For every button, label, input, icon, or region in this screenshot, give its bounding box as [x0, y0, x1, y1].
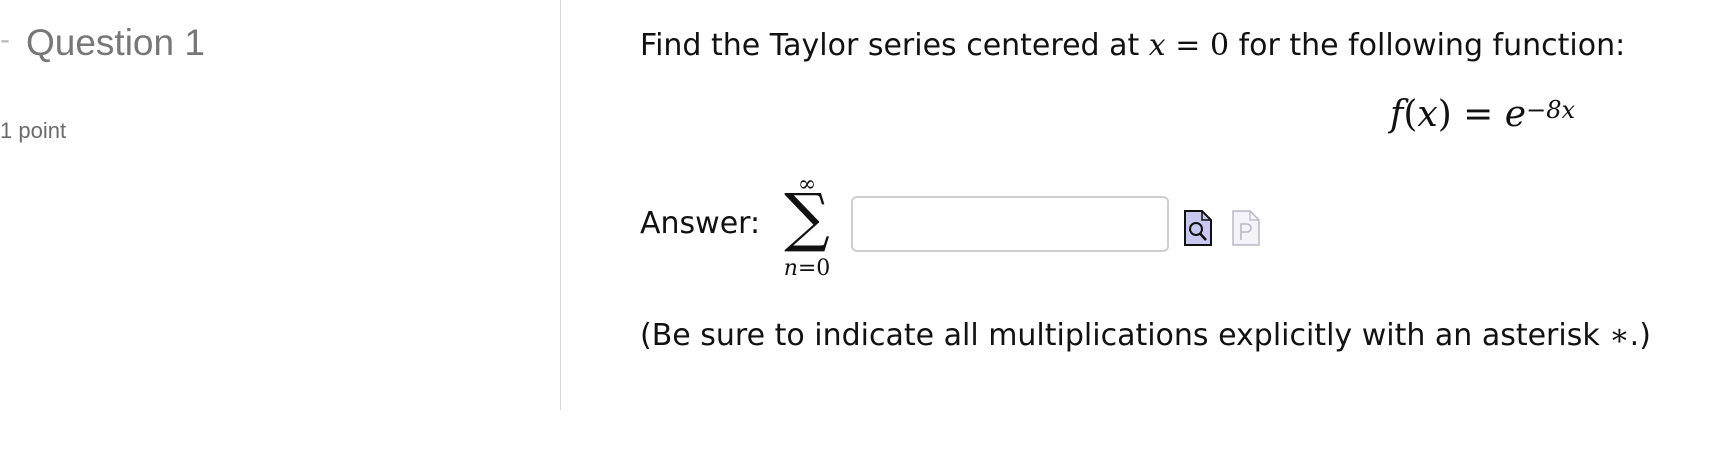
answer-input[interactable] — [851, 196, 1169, 252]
question-sidebar: - Question 1 1 point — [0, 0, 561, 410]
summation: ∞ ∑ n=0 — [772, 172, 842, 282]
sum-index-start: =0 — [797, 256, 831, 281]
function-name: f — [1390, 94, 1404, 135]
function-equals: = — [1451, 94, 1505, 135]
collapse-toggle[interactable]: - — [0, 23, 10, 57]
prompt-math-eq: = — [1165, 28, 1210, 63]
function-var: x — [1417, 94, 1438, 135]
question-title: Question 1 — [26, 22, 205, 63]
sum-lower-limit: n=0 — [772, 256, 842, 281]
sum-index-var: n — [783, 256, 798, 281]
note-text-after: .) — [1629, 318, 1651, 353]
function-base: e — [1504, 94, 1527, 135]
function-exponent: −8x — [1526, 96, 1576, 124]
function-close-paren: ) — [1437, 94, 1452, 135]
prompt-math-val: 0 — [1209, 28, 1230, 63]
question-prompt: Find the Taylor series centered at x = 0… — [640, 28, 1625, 63]
preview-icon[interactable] — [1184, 210, 1212, 246]
answer-label: Answer: — [640, 206, 761, 241]
prompt-text-before: Find the Taylor series centered at — [640, 28, 1149, 63]
question-points: 1 point — [0, 118, 67, 143]
question-heading[interactable]: - Question 1 — [0, 22, 205, 64]
function-equation: f(x) = e−8x — [1390, 94, 1575, 135]
note-text-before: (Be sure to indicate all multiplications… — [640, 318, 1610, 353]
prompt-math-var: x — [1148, 28, 1166, 63]
sigma-symbol: ∑ — [784, 181, 830, 255]
format-help-icon[interactable] — [1232, 210, 1260, 246]
answer-row: Answer: ∞ ∑ n=0 — [640, 172, 1340, 282]
asterisk-symbol: ∗ — [1609, 318, 1630, 353]
function-open-paren: ( — [1403, 94, 1418, 135]
asterisk-note: (Be sure to indicate all multiplications… — [640, 318, 1651, 353]
prompt-text-after: for the following function: — [1229, 28, 1626, 63]
